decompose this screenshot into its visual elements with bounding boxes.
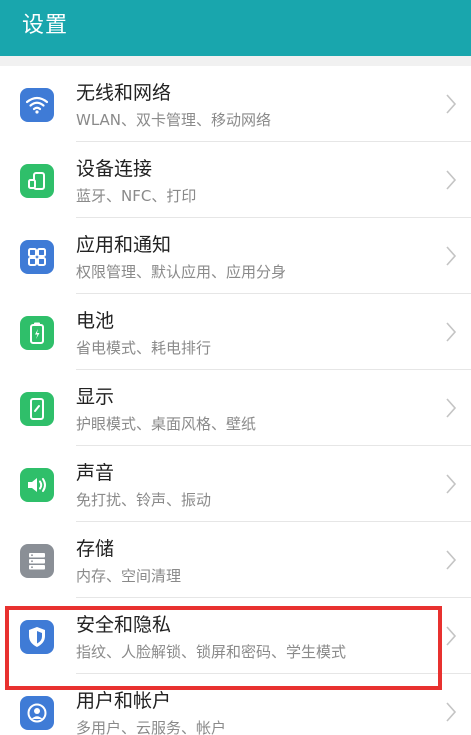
settings-item-description: 蓝牙、NFC、打印: [76, 187, 197, 205]
settings-item-text: 电池 省电模式、耗电排行: [76, 308, 431, 359]
device-connection-icon: [20, 164, 54, 198]
user-icon: [20, 696, 54, 730]
settings-item-label: 无线和网络: [76, 82, 172, 104]
chevron-right-icon: [446, 94, 457, 114]
chevron-right-icon: [446, 398, 457, 418]
settings-item-label: 用户和帐户: [76, 690, 172, 712]
settings-item-description: 指纹、人脸解锁、锁屏和密码、学生模式: [76, 643, 347, 661]
settings-item-apps-notifications[interactable]: 应用和通知 权限管理、默认应用、应用分身: [0, 218, 471, 294]
settings-item-storage[interactable]: 存储 内存、空间清理: [0, 522, 471, 598]
apps-icon: [20, 240, 54, 274]
settings-item-security-privacy[interactable]: 安全和隐私 指纹、人脸解锁、锁屏和密码、学生模式: [0, 598, 471, 674]
settings-item-label: 存储: [76, 538, 115, 560]
settings-item-label: 电池: [76, 310, 115, 332]
shield-icon: [20, 620, 54, 654]
title-bar: 设置: [0, 0, 471, 56]
chevron-right-icon: [446, 702, 457, 722]
settings-item-users-accounts[interactable]: 用户和帐户 多用户、云服务、帐户: [0, 674, 471, 735]
settings-item-text: 安全和隐私 指纹、人脸解锁、锁屏和密码、学生模式: [76, 612, 431, 663]
chevron-right-icon: [446, 474, 457, 494]
settings-item-label: 声音: [76, 462, 115, 484]
chevron-right-icon: [446, 322, 457, 342]
settings-item-sound[interactable]: 声音 免打扰、铃声、振动: [0, 446, 471, 522]
settings-item-text: 存储 内存、空间清理: [76, 536, 431, 587]
settings-item-battery[interactable]: 电池 省电模式、耗电排行: [0, 294, 471, 370]
settings-screen: 设置 无线和网络 WLAN、双卡管理、移动网络 设备连接 蓝牙、NFC、打印 应…: [0, 0, 471, 735]
settings-item-description: 内存、空间清理: [76, 567, 182, 585]
settings-item-device-connection[interactable]: 设备连接 蓝牙、NFC、打印: [0, 142, 471, 218]
settings-item-description: 多用户、云服务、帐户: [76, 719, 227, 735]
settings-item-description: 护眼模式、桌面风格、壁纸: [76, 415, 257, 433]
settings-item-text: 应用和通知 权限管理、默认应用、应用分身: [76, 232, 431, 283]
storage-icon: [20, 544, 54, 578]
chevron-right-icon: [446, 170, 457, 190]
settings-list: 无线和网络 WLAN、双卡管理、移动网络 设备连接 蓝牙、NFC、打印 应用和通…: [0, 66, 471, 735]
chevron-right-icon: [446, 550, 457, 570]
settings-item-description: WLAN、双卡管理、移动网络: [76, 111, 272, 129]
chevron-right-icon: [446, 626, 457, 646]
display-icon: [20, 392, 54, 426]
settings-item-wireless-network[interactable]: 无线和网络 WLAN、双卡管理、移动网络: [0, 66, 471, 142]
settings-item-label: 设备连接: [76, 158, 153, 180]
settings-item-text: 无线和网络 WLAN、双卡管理、移动网络: [76, 80, 431, 131]
settings-item-text: 显示 护眼模式、桌面风格、壁纸: [76, 384, 431, 435]
battery-icon: [20, 316, 54, 350]
settings-item-description: 省电模式、耗电排行: [76, 339, 212, 357]
sound-icon: [20, 468, 54, 502]
settings-item-description: 权限管理、默认应用、应用分身: [76, 263, 287, 281]
settings-item-text: 设备连接 蓝牙、NFC、打印: [76, 156, 431, 207]
settings-item-label: 应用和通知: [76, 234, 172, 256]
page-title: 设置: [22, 13, 69, 38]
wifi-icon: [20, 88, 54, 122]
settings-item-text: 用户和帐户 多用户、云服务、帐户: [76, 688, 431, 735]
settings-item-label: 显示: [76, 386, 115, 408]
chevron-right-icon: [446, 246, 457, 266]
settings-item-label: 安全和隐私: [76, 614, 172, 636]
settings-item-display[interactable]: 显示 护眼模式、桌面风格、壁纸: [0, 370, 471, 446]
settings-item-description: 免打扰、铃声、振动: [76, 491, 212, 509]
settings-item-text: 声音 免打扰、铃声、振动: [76, 460, 431, 511]
